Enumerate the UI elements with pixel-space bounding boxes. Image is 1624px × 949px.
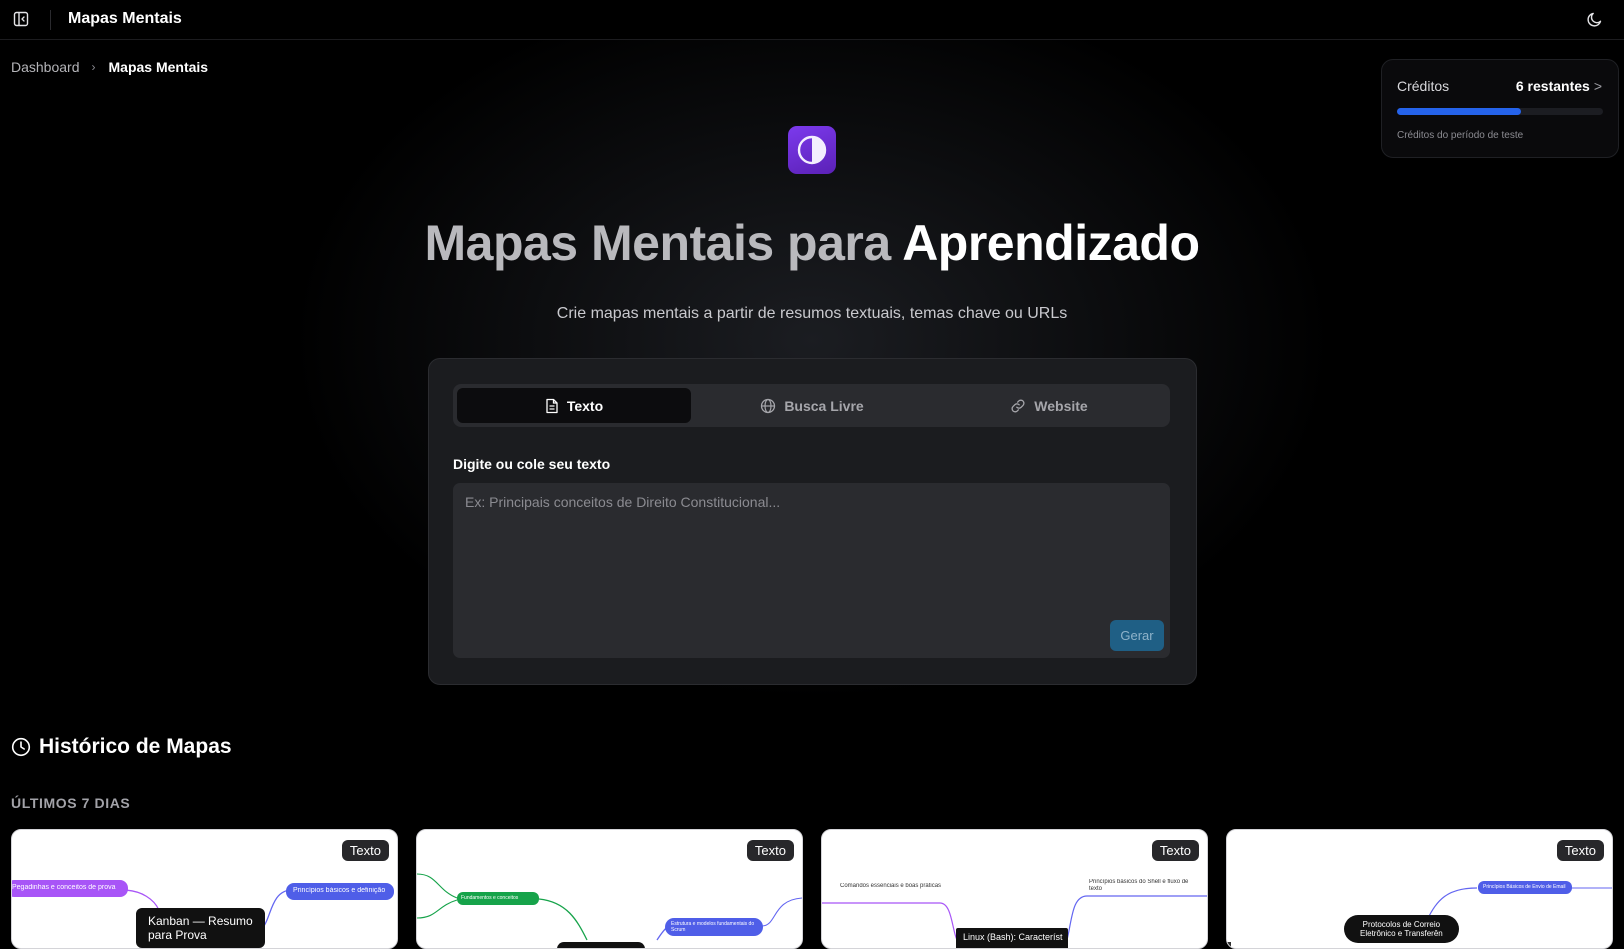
credits-widget[interactable]: Créditos 6 restantes > Créditos do períod… xyxy=(1381,59,1619,158)
map-card[interactable]: Fundamentos e conceitos Estrutura e mode… xyxy=(416,829,803,949)
hero-subtitle: Crie mapas mentais a partir de resumos t… xyxy=(556,305,1068,322)
tab-texto-label: Texto xyxy=(566,397,604,414)
map-node: Princípios básicos e definição xyxy=(293,887,386,894)
map-node: Estrutura e modelos fundamentais do Scru… xyxy=(671,921,755,933)
app-logo xyxy=(788,126,836,174)
tab-website[interactable]: Website xyxy=(932,388,1166,423)
tab-busca-livre-label: Busca Livre xyxy=(784,397,864,414)
moon-icon[interactable] xyxy=(1586,10,1604,28)
generate-button[interactable]: Gerar xyxy=(1110,620,1164,651)
breadcrumb-dashboard[interactable]: Dashboard xyxy=(11,59,80,75)
credits-remaining-text: 6 restantes xyxy=(1515,78,1590,94)
source-badge: Texto xyxy=(1151,840,1199,861)
chevron-right-icon: > xyxy=(1593,78,1602,94)
map-node: Pegadinhas e conceitos de prova xyxy=(12,884,116,891)
hero-title-part1: Mapas Mentais para xyxy=(424,215,891,271)
tab-busca-livre[interactable]: Busca Livre xyxy=(695,388,929,423)
map-node: Princípios básicos do Shell e fluxo de t… xyxy=(1089,879,1189,892)
map-card[interactable]: Comandos essenciais e boas práticas Prin… xyxy=(821,829,1208,949)
map-card[interactable]: Princípios Básicos de Envio de Email Pro… xyxy=(1226,829,1613,949)
map-node: Princípios Básicos de Envio de Email xyxy=(1483,884,1566,890)
breadcrumb: Dashboard › Mapas Mentais xyxy=(11,59,208,75)
credits-remaining: 6 restantes > xyxy=(1516,78,1602,94)
text-input[interactable] xyxy=(453,483,1170,658)
document-icon xyxy=(546,398,558,413)
source-badge: Texto xyxy=(746,840,794,861)
map-center-node: Kanban — Resumo para Prova xyxy=(136,908,265,948)
map-card[interactable]: Pegadinhas e conceitos de prova Princípi… xyxy=(11,829,398,949)
text-field-label: Digite ou cole seu texto xyxy=(453,456,611,472)
hero-title-part2: Aprendizado xyxy=(902,215,1200,271)
chevron-right-icon: › xyxy=(91,60,96,74)
app-title: Mapas Mentais xyxy=(68,10,182,27)
breadcrumb-current: Mapas Mentais xyxy=(108,59,209,75)
credits-label: Créditos xyxy=(1397,78,1450,94)
credits-subtitle: Créditos do período de teste xyxy=(1397,130,1524,141)
top-bar: Mapas Mentais xyxy=(0,0,1624,40)
map-center-node: Linux (Bash): Característ xyxy=(963,932,1063,942)
source-badge: Texto xyxy=(1556,840,1604,861)
credits-progress-fill xyxy=(1397,108,1521,115)
tab-website-label: Website xyxy=(1034,397,1088,414)
globe-icon xyxy=(761,398,776,413)
history-title: Histórico de Mapas xyxy=(39,735,232,758)
hero-title: Mapas Mentais para Aprendizado xyxy=(0,214,1624,272)
map-node: Fundamentos e conceitos xyxy=(461,895,519,901)
map-node: Comandos essenciais e boas práticas xyxy=(840,883,942,889)
generator-card: Texto Busca Livre Website Digite ou cole… xyxy=(428,358,1197,685)
tab-texto[interactable]: Texto xyxy=(457,388,691,423)
sidebar-toggle-icon[interactable] xyxy=(13,11,29,27)
source-badge: Texto xyxy=(341,840,389,861)
credits-progress-track xyxy=(1397,108,1603,115)
link-icon xyxy=(1011,399,1025,412)
history-group-label: ÚLTIMOS 7 DIAS xyxy=(11,795,131,811)
map-center-node: Protocolos de Correio Eletrônico e Trans… xyxy=(1344,915,1459,943)
clock-icon xyxy=(11,737,31,757)
topbar-divider xyxy=(50,10,51,30)
half-circle-icon xyxy=(797,135,827,165)
source-tabs: Texto Busca Livre Website xyxy=(453,384,1170,427)
